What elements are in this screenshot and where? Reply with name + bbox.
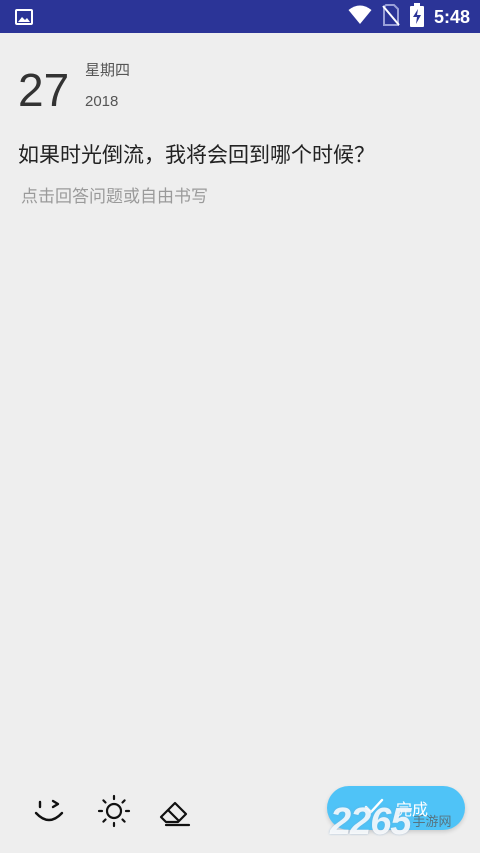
battery-charging-icon bbox=[409, 3, 424, 31]
status-time: 5:48 bbox=[433, 6, 470, 27]
status-icons: 5:48 bbox=[348, 3, 470, 31]
wifi-icon bbox=[348, 5, 372, 29]
done-button[interactable]: 完成 bbox=[327, 786, 465, 830]
image-icon bbox=[15, 9, 33, 25]
question-title: 如果时光倒流，我将会回到哪个时候？ bbox=[18, 143, 375, 167]
weather-icon[interactable] bbox=[96, 793, 132, 829]
status-bar: 5:48 bbox=[0, 0, 480, 33]
check-icon bbox=[364, 798, 384, 818]
date-weekday: 星期四 bbox=[85, 61, 131, 79]
eraser-icon[interactable] bbox=[157, 793, 193, 829]
date-year: 2018 bbox=[85, 93, 119, 110]
done-label: 完成 bbox=[395, 800, 428, 819]
date-day: 27 bbox=[18, 64, 70, 116]
mood-icon[interactable] bbox=[31, 793, 67, 829]
answer-input[interactable]: 点击回答问题或自由书写 bbox=[21, 185, 208, 209]
no-sim-icon bbox=[382, 4, 400, 30]
